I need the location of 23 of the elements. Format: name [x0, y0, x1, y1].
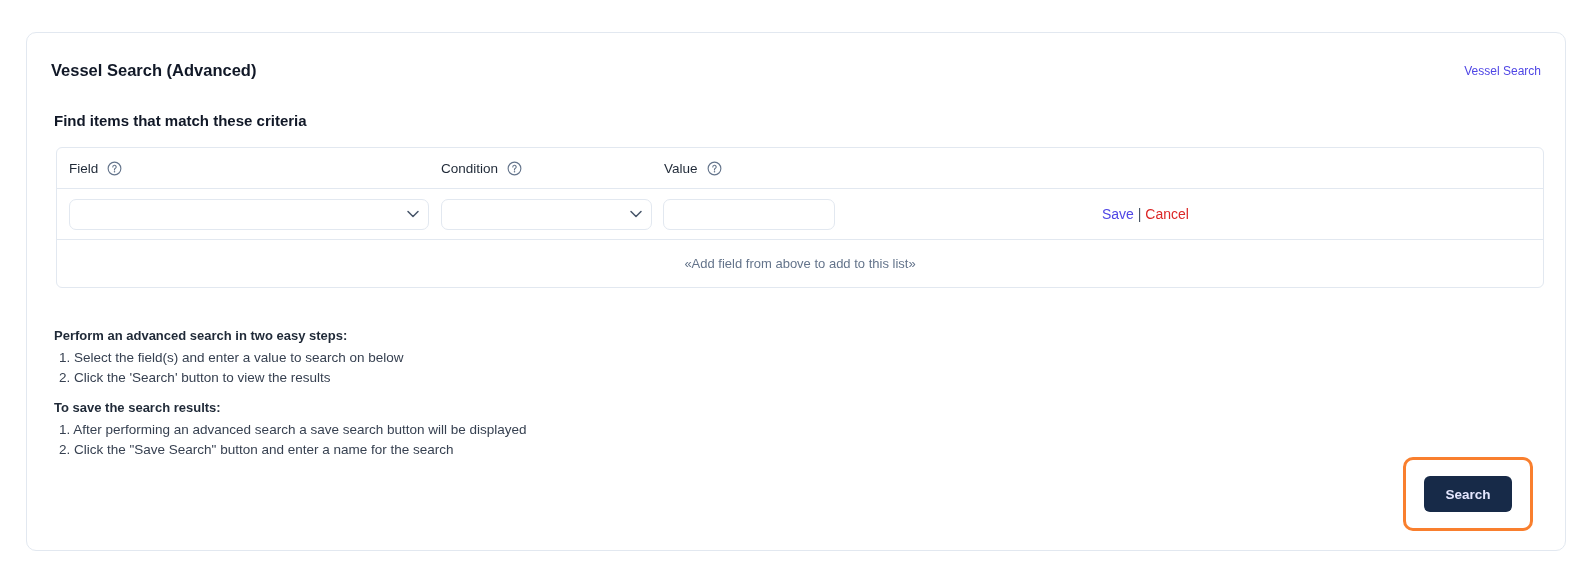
- help-icon[interactable]: [507, 160, 523, 176]
- select-field[interactable]: [441, 198, 652, 230]
- section-heading: Find items that match these criteria: [54, 112, 308, 129]
- instructions-heading: Perform an advanced search in two easy steps:: [54, 328, 349, 343]
- column-header: Field: [69, 160, 99, 176]
- search-button[interactable]: Search: [1424, 476, 1512, 512]
- help-icon[interactable]: [107, 160, 123, 176]
- instruction-step: 1. After performing an advanced search a save search button will be displayed: [59, 420, 1541, 440]
- cancel-link[interactable]: Cancel: [1145, 206, 1189, 222]
- save-link[interactable]: Save: [1102, 206, 1134, 222]
- vessel-search-link[interactable]: Vessel Search: [1464, 63, 1541, 78]
- select-field[interactable]: [69, 198, 429, 230]
- instructions-heading: To save the search results:: [54, 400, 222, 415]
- instruction-step: 2. Click the "Save Search" button and enter a name for the search: [59, 440, 1541, 460]
- column-header: Condition: [441, 160, 499, 176]
- help-icon[interactable]: [706, 160, 722, 176]
- column-header: Value: [664, 160, 698, 176]
- separator: |: [1137, 206, 1142, 222]
- instruction-step: 1. Select the field(s) and enter a value to search on below: [59, 348, 1541, 368]
- instruction-step: 2. Click the 'Search' button to view the results: [59, 368, 1541, 388]
- input-field[interactable]: [663, 198, 835, 230]
- page-title: Vessel Search (Advanced): [51, 61, 257, 80]
- empty-list-hint: «Add field from above to add to this list»: [684, 256, 916, 271]
